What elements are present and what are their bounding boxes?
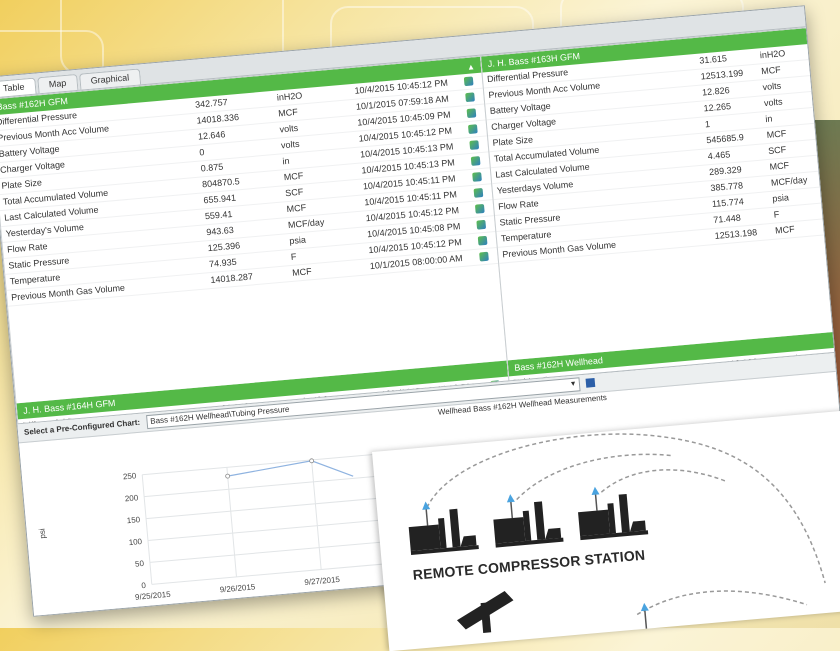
wellhead-icon — [640, 602, 649, 629]
gfm-panel-left: Bass #162H GFM ▲ Differential Pressure 34… — [0, 55, 508, 405]
grid-line — [226, 467, 237, 577]
connection-line — [636, 590, 808, 616]
refresh-icon[interactable] — [470, 156, 481, 166]
x-tick-label: 9/27/2015 — [304, 575, 341, 587]
compressor-icon — [493, 494, 564, 548]
refresh-button[interactable] — [467, 121, 483, 137]
diagram-graphics — [408, 433, 826, 633]
refresh-button[interactable] — [477, 232, 492, 248]
y-tick-label: 200 — [125, 493, 140, 503]
y-axis-label: psi — [38, 528, 48, 539]
chevron-up-icon[interactable]: ▲ — [466, 59, 476, 76]
chevron-down-icon[interactable]: ▼ — [569, 378, 577, 391]
refresh-icon[interactable] — [472, 172, 482, 182]
refresh-icon[interactable] — [477, 235, 488, 246]
y-tick-label: 0 — [141, 581, 147, 590]
refresh-icon[interactable] — [479, 251, 489, 262]
refresh-icon[interactable] — [469, 140, 480, 150]
refresh-button[interactable] — [474, 201, 490, 217]
row-unit: MCF — [774, 223, 796, 236]
refresh-icon[interactable] — [463, 76, 474, 87]
grid-line — [311, 459, 322, 570]
y-tick-label: 150 — [126, 515, 141, 525]
gfm-panel-right: J. H. Bass #163H GFM Differential Pressu… — [479, 27, 835, 362]
refresh-icon[interactable] — [466, 108, 477, 119]
refresh-icon[interactable] — [465, 92, 475, 103]
refresh-button[interactable] — [472, 169, 487, 185]
refresh-icon[interactable] — [467, 124, 478, 134]
refresh-button[interactable] — [473, 185, 488, 201]
compressor-diagram: REMOTE COMPRESSOR STATION — [372, 410, 840, 651]
compressor-icon — [578, 486, 649, 541]
chart-select-label: Select a Pre-Configured Chart: — [23, 417, 141, 437]
panel-title: Bass #162H GFM — [0, 95, 69, 113]
connection-line — [600, 469, 727, 493]
pumpjack-icon — [456, 590, 514, 633]
y-tick-label: 100 — [128, 537, 143, 547]
refresh-button[interactable] — [479, 248, 494, 264]
data-point — [309, 458, 315, 464]
refresh-button[interactable] — [465, 89, 480, 105]
refresh-icon[interactable] — [476, 219, 487, 230]
data-table: Differential Pressure 31.615 inH2O Previous… — [482, 44, 825, 264]
x-tick-label: 9/25/2015 — [135, 590, 172, 602]
refresh-button[interactable] — [466, 105, 481, 121]
refresh-button[interactable] — [476, 216, 491, 232]
y-tick-label: 50 — [135, 559, 145, 569]
save-icon[interactable] — [585, 378, 596, 389]
data-point — [225, 473, 231, 479]
y-tick-label: 250 — [123, 471, 138, 481]
refresh-icon[interactable] — [473, 187, 484, 198]
compressor-icon — [408, 501, 479, 555]
refresh-icon[interactable] — [474, 203, 485, 214]
x-tick-label: 9/26/2015 — [219, 582, 256, 594]
refresh-button[interactable] — [469, 137, 484, 153]
refresh-button[interactable] — [470, 153, 486, 169]
